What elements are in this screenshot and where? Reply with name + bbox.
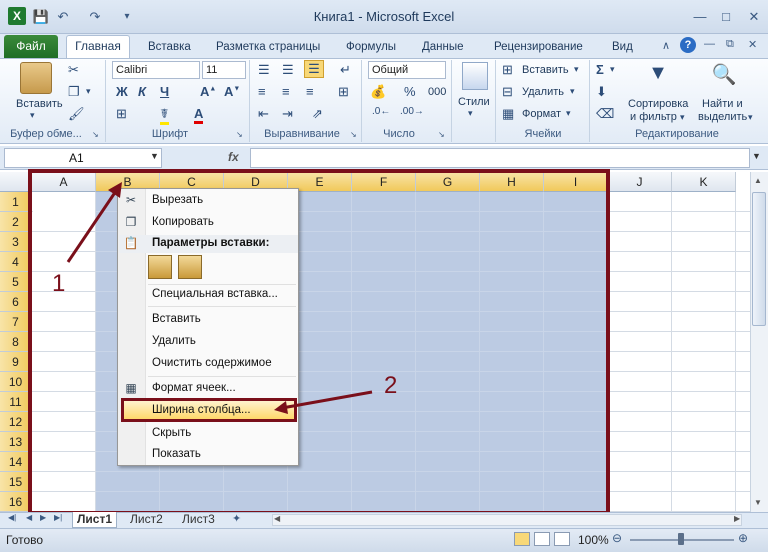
arrow-1-line [66,187,120,263]
sheet-prev-icon[interactable]: ◀ [26,513,32,522]
page-layout-view-icon[interactable] [534,532,550,546]
zoom-in-icon[interactable]: ⊕ [738,531,748,545]
sheet-first-icon[interactable]: ◀| [8,513,16,522]
page-break-view-icon[interactable] [554,532,570,546]
sheet-tab-2[interactable]: Лист2 [126,512,167,528]
zoom-level[interactable]: 100% [578,533,609,547]
sheet-tab-1[interactable]: Лист1 [72,512,118,528]
scroll-left-icon[interactable]: ◀ [274,514,280,523]
status-ready: Готово [6,533,44,547]
annotation-arrows [66,182,373,414]
sheet-next-icon[interactable]: ▶ [40,513,46,522]
arrow-2-line [281,390,373,410]
zoom-slider-thumb[interactable] [678,533,684,545]
arrow-1-head [108,182,122,198]
annotation-step-2: 2 [384,372,398,399]
zoom-out-icon[interactable]: ⊖ [612,531,622,545]
horizontal-scrollbar[interactable] [272,514,742,526]
sheet-tab-3[interactable]: Лист3 [178,512,219,528]
insert-sheet-icon[interactable]: ✦ [232,512,241,525]
normal-view-icon[interactable] [514,532,530,546]
sheet-last-icon[interactable]: ▶| [54,513,62,522]
arrow-2-head [274,401,288,414]
annotation-step-1: 1 [52,270,66,297]
scroll-right-icon[interactable]: ▶ [734,514,740,523]
